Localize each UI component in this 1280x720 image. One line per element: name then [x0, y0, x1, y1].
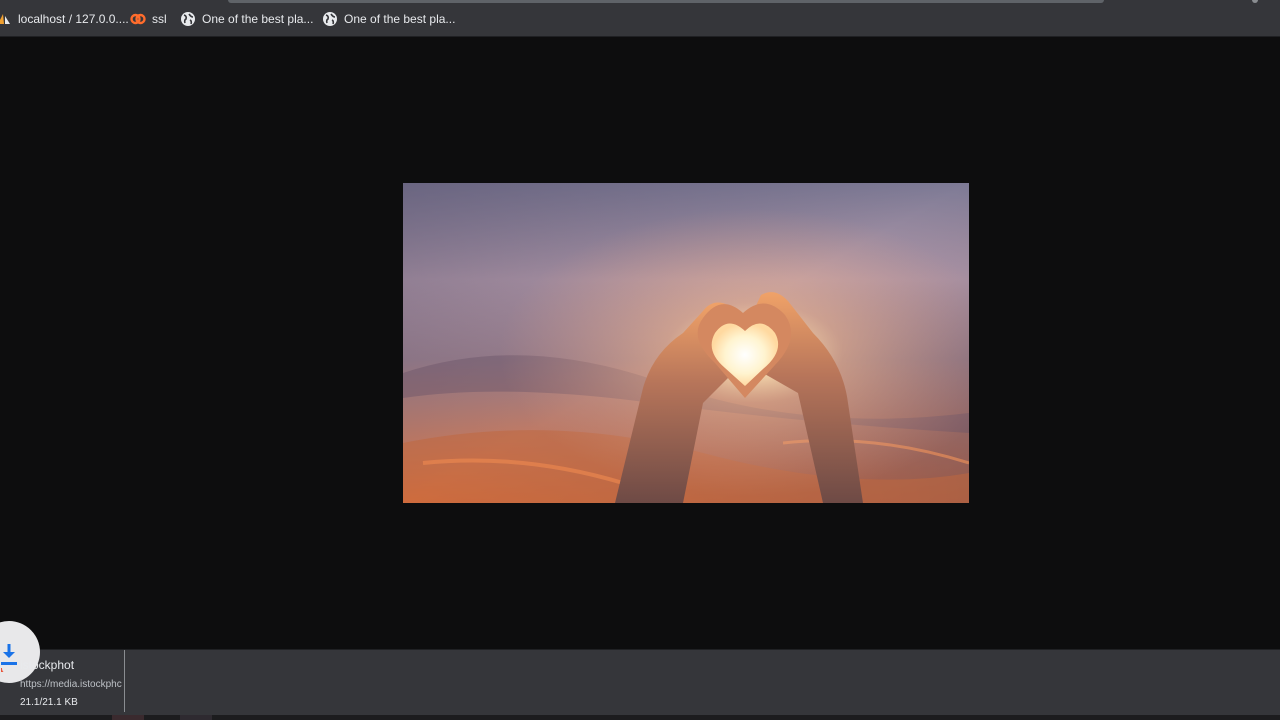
download-arrow-icon: [1, 644, 17, 672]
globe-icon: [322, 11, 338, 27]
bookmark-ssl[interactable]: ssl: [130, 8, 167, 29]
bookmark-label: One of the best pla...: [344, 11, 456, 26]
taskbar-item[interactable]: [112, 715, 144, 720]
download-url: https://media.istockphc: [20, 679, 122, 690]
image-viewer: [0, 37, 1280, 649]
phpmyadmin-sail-icon: [0, 11, 12, 27]
taskbar-item[interactable]: [180, 715, 212, 720]
download-item[interactable]: istockphot https://media.istockphc 21.1/…: [0, 621, 125, 712]
bookmark-localhost[interactable]: localhost / 127.0.0....: [0, 8, 129, 29]
browser-window: localhost / 127.0.0.... ssl One of the b…: [0, 0, 1280, 720]
bookmark-best-places-2[interactable]: One of the best pla...: [322, 8, 455, 29]
bookmark-label: One of the best pla...: [202, 11, 314, 26]
menu-button-edge[interactable]: [1252, 0, 1258, 3]
cpanel-icon: [130, 11, 146, 27]
taskbar-edge: [0, 715, 1280, 720]
globe-icon: [180, 11, 196, 27]
download-filename: istockphot: [20, 658, 75, 672]
bookmark-best-places-1[interactable]: One of the best pla...: [180, 8, 313, 29]
download-size: 21.1/21.1 KB: [20, 697, 78, 708]
bookmark-label: localhost / 127.0.0....: [18, 11, 129, 26]
download-shelf: istockphot https://media.istockphc 21.1/…: [0, 621, 1280, 720]
heart-hands-sunset-photo[interactable]: [403, 183, 969, 503]
bookmark-label: ssl: [152, 11, 167, 26]
omnibox-edge: [228, 0, 1104, 3]
bookmarks-bar: localhost / 127.0.0.... ssl One of the b…: [0, 0, 1280, 37]
